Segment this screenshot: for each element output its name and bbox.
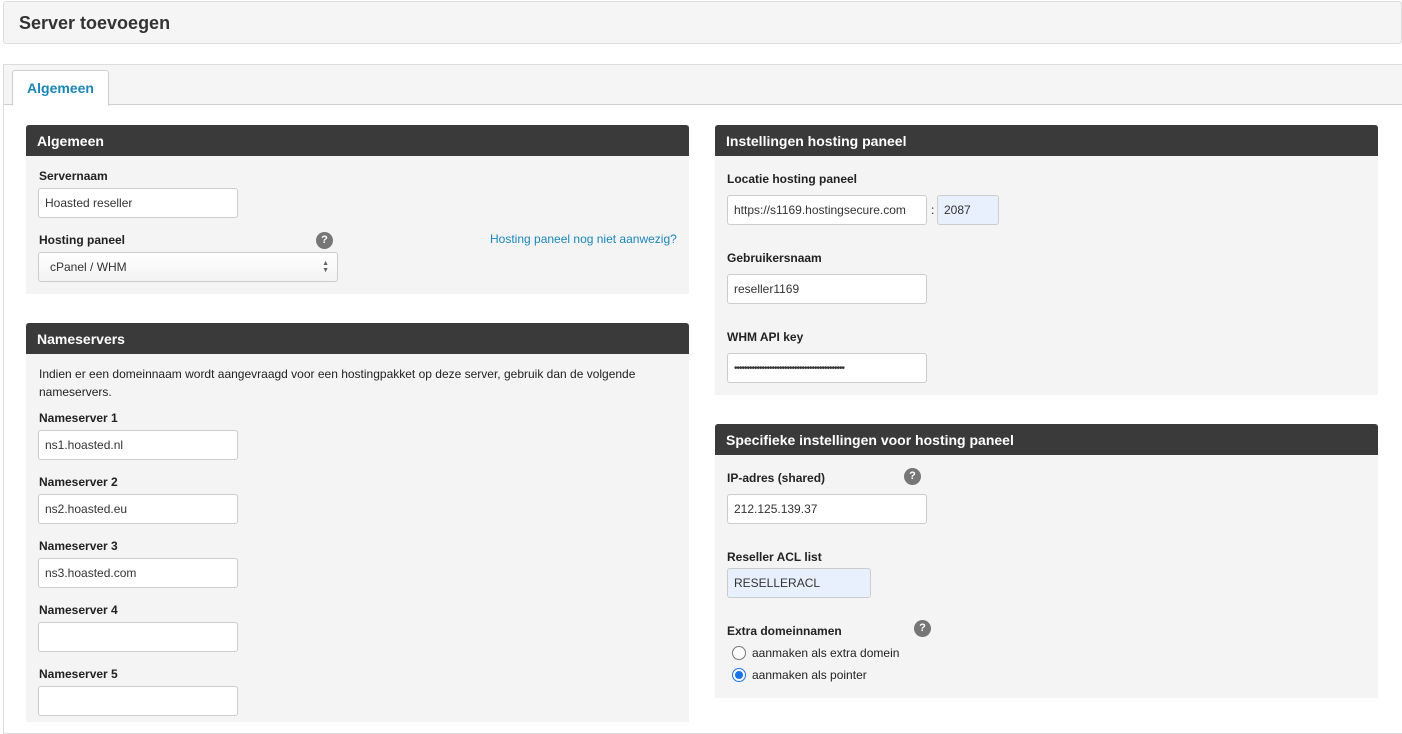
panel-location-input[interactable] [727,195,927,225]
panel-settings-panel: Instellingen hosting paneel Locatie host… [715,125,1378,395]
pointer-option[interactable]: aanmaken als pointer [732,668,867,682]
page-header: Server toevoegen [3,1,1402,44]
servername-label: Servernaam [39,169,108,183]
hosting-panel-select[interactable]: cPanel / WHM ▲ ▼ [38,252,338,282]
page-title: Server toevoegen [19,13,171,33]
general-panel: Algemeen Servernaam Hosting paneel ? Hos… [26,125,689,294]
nameserver-4-input[interactable] [38,622,238,652]
panel-port-input[interactable] [937,195,999,225]
nameserver-2-input[interactable] [38,494,238,524]
hosting-panel-selected-value: cPanel / WHM [50,260,127,274]
extra-domains-label: Extra domeinnamen [727,624,842,638]
ip-address-help-icon[interactable]: ? [904,468,921,485]
username-input[interactable] [727,274,927,304]
nameserver-1-input[interactable] [38,430,238,460]
hosting-panel-label: Hosting paneel [39,233,126,247]
select-arrows-icon: ▲ ▼ [322,260,329,274]
hosting-panel-help-icon[interactable]: ? [316,232,333,249]
nameserver-3-input[interactable] [38,558,238,588]
missing-hosting-panel-link[interactable]: Hosting paneel nog niet aanwezig? [490,232,677,246]
ip-address-input[interactable] [727,494,927,524]
nameservers-panel-title: Nameservers [26,323,689,354]
ip-address-label: IP-adres (shared) [727,471,826,485]
tab-algemeen[interactable]: Algemeen [12,70,109,106]
api-key-input[interactable] [727,353,927,383]
nameserver-5-label: Nameserver 5 [39,667,118,681]
panel-location-label: Locatie hosting paneel [727,172,858,186]
reseller-acl-label: Reseller ACL list [727,550,822,564]
nameserver-3-label: Nameserver 3 [39,539,118,553]
nameserver-5-input[interactable] [38,686,238,716]
nameserver-2-label: Nameserver 2 [39,475,118,489]
panel-settings-title: Instellingen hosting paneel [715,125,1378,156]
tab-bar: Algemeen [4,65,1402,106]
pointer-radio[interactable] [732,668,746,682]
nameservers-description: Indien er een domeinnaam wordt aangevraa… [39,367,636,399]
extra-domain-option[interactable]: aanmaken als extra domein [732,646,899,660]
reseller-acl-input[interactable] [727,568,871,598]
servername-input[interactable] [38,188,238,218]
pointer-option-label: aanmaken als pointer [752,668,867,682]
extra-domain-radio[interactable] [732,646,746,660]
extra-domains-help-icon[interactable]: ? [914,620,931,637]
extra-domain-option-label: aanmaken als extra domein [752,646,900,660]
port-separator: : [931,203,935,217]
nameservers-panel: Nameservers Indien er een domeinnaam wor… [26,323,689,722]
general-panel-title: Algemeen [26,125,689,156]
username-label: Gebruikersnaam [727,251,822,265]
nameserver-4-label: Nameserver 4 [39,603,118,617]
specific-settings-title: Specifieke instellingen voor hosting pan… [715,424,1378,455]
nameserver-1-label: Nameserver 1 [39,411,118,425]
specific-settings-panel: Specifieke instellingen voor hosting pan… [715,424,1378,698]
api-key-label: WHM API key [727,330,804,344]
